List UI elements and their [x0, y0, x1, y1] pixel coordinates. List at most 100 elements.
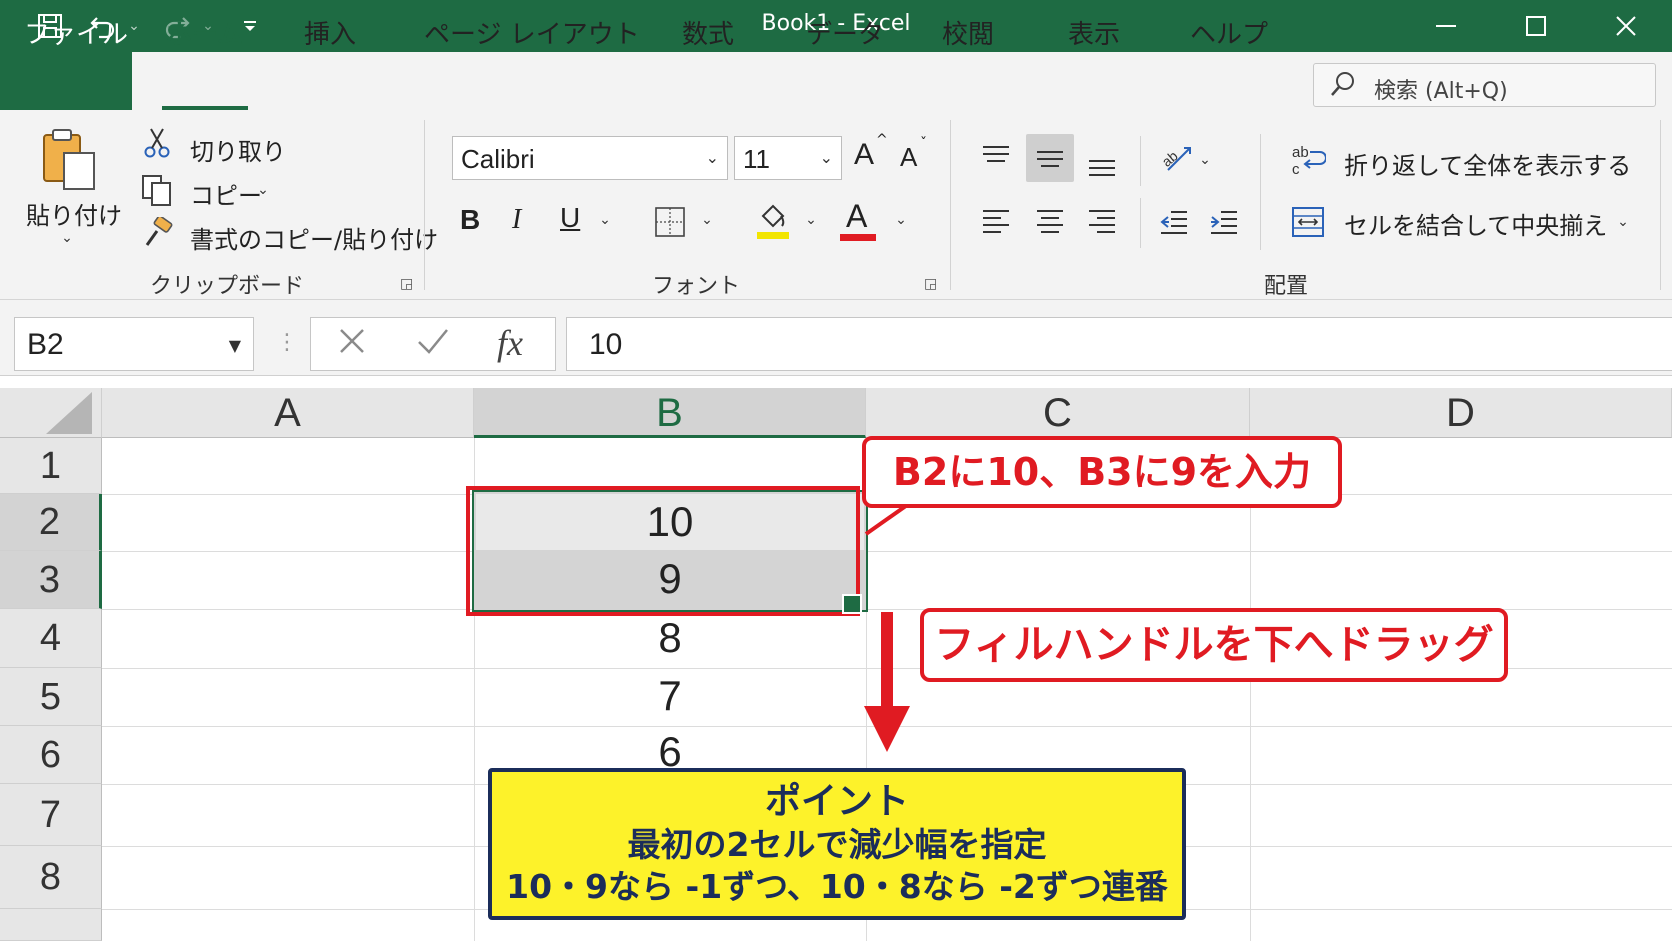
row-header-9[interactable]	[0, 909, 102, 941]
font-group-label: フォント	[652, 274, 741, 299]
scissors-icon[interactable]	[140, 126, 174, 160]
dialog-launcher-icon[interactable]: ◲	[400, 276, 413, 292]
tab-file[interactable]: ファイル	[24, 14, 128, 51]
chevron-down-icon[interactable]: ⌄	[254, 182, 272, 198]
search-icon	[1328, 69, 1358, 106]
enter-icon[interactable]	[415, 324, 451, 367]
highlight-box	[466, 486, 860, 616]
search-input[interactable]: 検索 (Alt+Q)	[1313, 63, 1656, 107]
align-bottom-icon[interactable]	[1084, 146, 1120, 182]
column-header-d[interactable]: D	[1250, 388, 1672, 438]
font-size-value: 11	[743, 144, 770, 174]
dialog-launcher-icon[interactable]: ◲	[924, 276, 937, 292]
row-header-3[interactable]: 3	[0, 551, 102, 609]
maximize-button[interactable]	[1496, 4, 1576, 48]
paste-icon[interactable]	[36, 126, 100, 192]
callout-drag: フィルハンドルを下へドラッグ	[920, 608, 1508, 682]
row-header-6[interactable]: 6	[0, 726, 102, 784]
column-header-c[interactable]: C	[866, 388, 1250, 438]
chevron-down-icon[interactable]: ⌄	[1196, 152, 1214, 168]
copy-button[interactable]: コピー	[190, 176, 262, 211]
grow-font-button[interactable]: A	[854, 138, 874, 172]
fill-color-icon[interactable]	[754, 200, 792, 240]
borders-icon[interactable]	[652, 204, 688, 240]
tab-page-layout[interactable]: ページ レイアウト	[424, 14, 640, 51]
row-header-8[interactable]: 8	[0, 846, 102, 909]
align-top-icon[interactable]	[978, 138, 1014, 174]
point-box: ポイント 最初の2セルで減少幅を指定 10・9なら -1ずつ、10・8なら -2…	[488, 768, 1186, 920]
italic-button[interactable]: I	[512, 204, 521, 236]
gridline	[102, 551, 1672, 552]
name-box[interactable]: B2 ▼	[14, 317, 254, 371]
formula-input[interactable]: 10	[566, 317, 1672, 371]
underline-button[interactable]: U	[560, 202, 580, 234]
chevron-down-icon[interactable]: ⌄	[1614, 214, 1632, 230]
decrease-indent-icon[interactable]	[1156, 204, 1192, 240]
svg-text:ab: ab	[1292, 144, 1309, 161]
splitter-handle[interactable]: ⋮	[276, 330, 298, 355]
tab-view[interactable]: 表示	[1068, 14, 1120, 51]
fill-handle[interactable]	[842, 594, 862, 614]
cell-b4[interactable]: 8	[474, 614, 866, 662]
select-all-icon	[46, 392, 92, 434]
point-title: ポイント	[764, 781, 909, 822]
search-placeholder: 検索 (Alt+Q)	[1374, 79, 1508, 104]
group-separator	[1140, 136, 1141, 186]
cut-button[interactable]: 切り取り	[190, 132, 286, 167]
alignment-group-label: 配置	[1264, 274, 1309, 299]
point-line-2: 10・9なら -1ずつ、10・8なら -2ずつ連番	[506, 867, 1168, 906]
shrink-font-button[interactable]: A	[900, 142, 917, 173]
font-name-value: Calibri	[461, 144, 535, 174]
align-left-icon[interactable]	[978, 204, 1014, 240]
tab-home[interactable]: ホーム	[166, 14, 243, 51]
chevron-down-icon: ⌄	[705, 148, 719, 167]
caret-up-icon: ^	[876, 132, 888, 148]
column-header-b[interactable]: B	[474, 388, 866, 438]
group-separator	[1140, 198, 1141, 248]
group-separator	[1260, 134, 1261, 250]
chevron-down-icon[interactable]: ⌄	[892, 212, 910, 228]
row-header-2[interactable]: 2	[0, 494, 102, 551]
chevron-down-icon[interactable]: ⌄	[802, 212, 820, 228]
format-painter-button[interactable]: 書式のコピー/貼り付け	[190, 220, 438, 255]
close-button[interactable]	[1586, 4, 1666, 48]
row-header-1[interactable]: 1	[0, 438, 102, 494]
merge-center-button[interactable]: セルを結合して中央揃え	[1344, 206, 1607, 241]
align-right-icon[interactable]	[1084, 204, 1120, 240]
row-header-4[interactable]: 4	[0, 609, 102, 668]
tab-data[interactable]: データ	[806, 14, 884, 51]
chevron-down-icon: ⌄	[819, 148, 833, 167]
font-size-select[interactable]: 11 ⌄	[734, 136, 842, 180]
caret-down-icon: ▼	[228, 336, 241, 355]
cell-b5[interactable]: 7	[474, 672, 866, 720]
bold-button[interactable]: B	[460, 204, 480, 236]
row-header-5[interactable]: 5	[0, 668, 102, 726]
cancel-icon[interactable]	[335, 324, 369, 367]
font-color-button[interactable]: A	[846, 198, 867, 235]
chevron-down-icon[interactable]: ⌄	[58, 230, 76, 246]
align-center-icon[interactable]	[1032, 204, 1068, 240]
column-header-a[interactable]: A	[102, 388, 474, 438]
arrow-down-icon	[864, 612, 910, 752]
chevron-down-icon[interactable]: ⌄	[698, 212, 716, 228]
group-separator	[950, 120, 951, 290]
minimize-button[interactable]	[1406, 4, 1486, 48]
format-painter-icon[interactable]	[140, 216, 176, 252]
tab-help[interactable]: ヘルプ	[1190, 14, 1268, 51]
gridline	[1250, 438, 1251, 941]
tab-formulas[interactable]: 数式	[682, 14, 734, 51]
font-name-select[interactable]: Calibri ⌄	[452, 136, 728, 180]
name-box-value: B2	[27, 328, 64, 361]
insert-function-button[interactable]: fx	[497, 322, 523, 364]
row-header-7[interactable]: 7	[0, 784, 102, 846]
merge-center-icon[interactable]	[1288, 202, 1328, 242]
chevron-down-icon[interactable]: ⌄	[596, 212, 614, 228]
paste-button[interactable]: 貼り付け	[26, 196, 122, 231]
copy-icon[interactable]	[138, 172, 176, 208]
tab-insert[interactable]: 挿入	[304, 14, 356, 51]
wrap-text-icon[interactable]: ab c	[1288, 140, 1328, 180]
tab-review[interactable]: 校閲	[942, 14, 994, 51]
wrap-text-button[interactable]: 折り返して全体を表示する	[1344, 146, 1631, 181]
increase-indent-icon[interactable]	[1206, 204, 1242, 240]
orientation-icon[interactable]: ab	[1156, 138, 1196, 178]
